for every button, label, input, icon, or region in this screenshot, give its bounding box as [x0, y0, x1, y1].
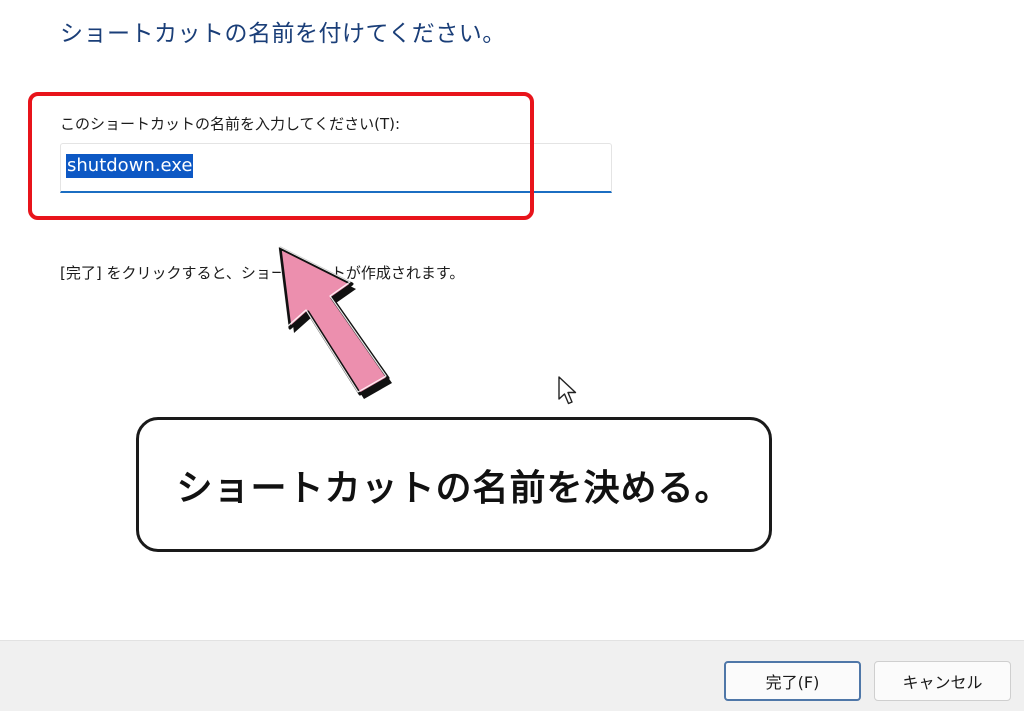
red-highlight-frame — [28, 92, 534, 220]
cancel-button[interactable]: キャンセル — [874, 661, 1011, 701]
finish-button[interactable]: 完了(F) — [724, 661, 861, 701]
caption-box: ショートカットの名前を決める。 — [136, 417, 772, 552]
caption-text: ショートカットの名前を決める。 — [176, 467, 732, 509]
page-title: ショートカットの名前を付けてください。 — [60, 21, 506, 47]
dialog-footer: 完了(F) キャンセル — [0, 640, 1024, 711]
mouse-cursor-icon — [558, 376, 577, 405]
arrow-up-left-icon — [277, 245, 392, 399]
create-shortcut-dialog: ショートカットの名前を付けてください。 このショートカットの名前を入力してくださ… — [0, 0, 1024, 711]
